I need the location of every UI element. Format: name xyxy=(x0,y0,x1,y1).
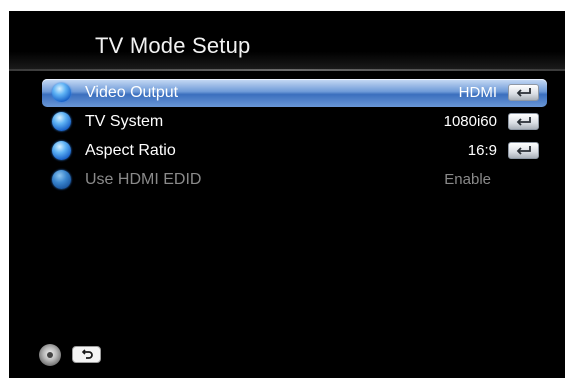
menu-item-label: Video Output xyxy=(85,84,179,101)
settings-menu: Video Output HDMI TV System 1080i60 Aspe… xyxy=(42,79,547,195)
menu-item-label: Aspect Ratio xyxy=(85,142,176,159)
enter-key-icon[interactable] xyxy=(508,142,539,159)
title-divider xyxy=(9,69,565,71)
menu-item-value: 1080i60 xyxy=(443,113,497,130)
menu-item-value: Enable xyxy=(444,171,491,188)
page-title: TV Mode Setup xyxy=(95,33,251,58)
dpad-center xyxy=(47,352,53,358)
enter-key-icon[interactable] xyxy=(508,84,539,101)
menu-item-video-output[interactable]: Video Output HDMI xyxy=(42,79,547,107)
menu-item-aspect-ratio[interactable]: Aspect Ratio 16:9 xyxy=(42,137,547,165)
menu-item-use-hdmi-edid: Use HDMI EDID Enable xyxy=(42,166,547,194)
bullet-orb-icon xyxy=(52,83,71,102)
menu-item-label: Use HDMI EDID xyxy=(85,171,202,188)
menu-item-value: HDMI xyxy=(458,84,497,101)
bullet-orb-icon xyxy=(52,170,71,189)
menu-item-value: 16:9 xyxy=(467,142,497,159)
back-key-icon[interactable] xyxy=(72,346,101,363)
title-bar: TV Mode Setup xyxy=(9,11,565,69)
menu-item-tv-system[interactable]: TV System 1080i60 xyxy=(42,108,547,136)
tv-setup-screen: TV Mode Setup Video Output HDMI TV Syste… xyxy=(9,11,565,378)
bullet-orb-icon xyxy=(52,112,71,131)
enter-key-icon[interactable] xyxy=(508,113,539,130)
remote-dpad-icon xyxy=(39,344,61,366)
bullet-orb-icon xyxy=(52,141,71,160)
menu-item-label: TV System xyxy=(85,113,164,130)
